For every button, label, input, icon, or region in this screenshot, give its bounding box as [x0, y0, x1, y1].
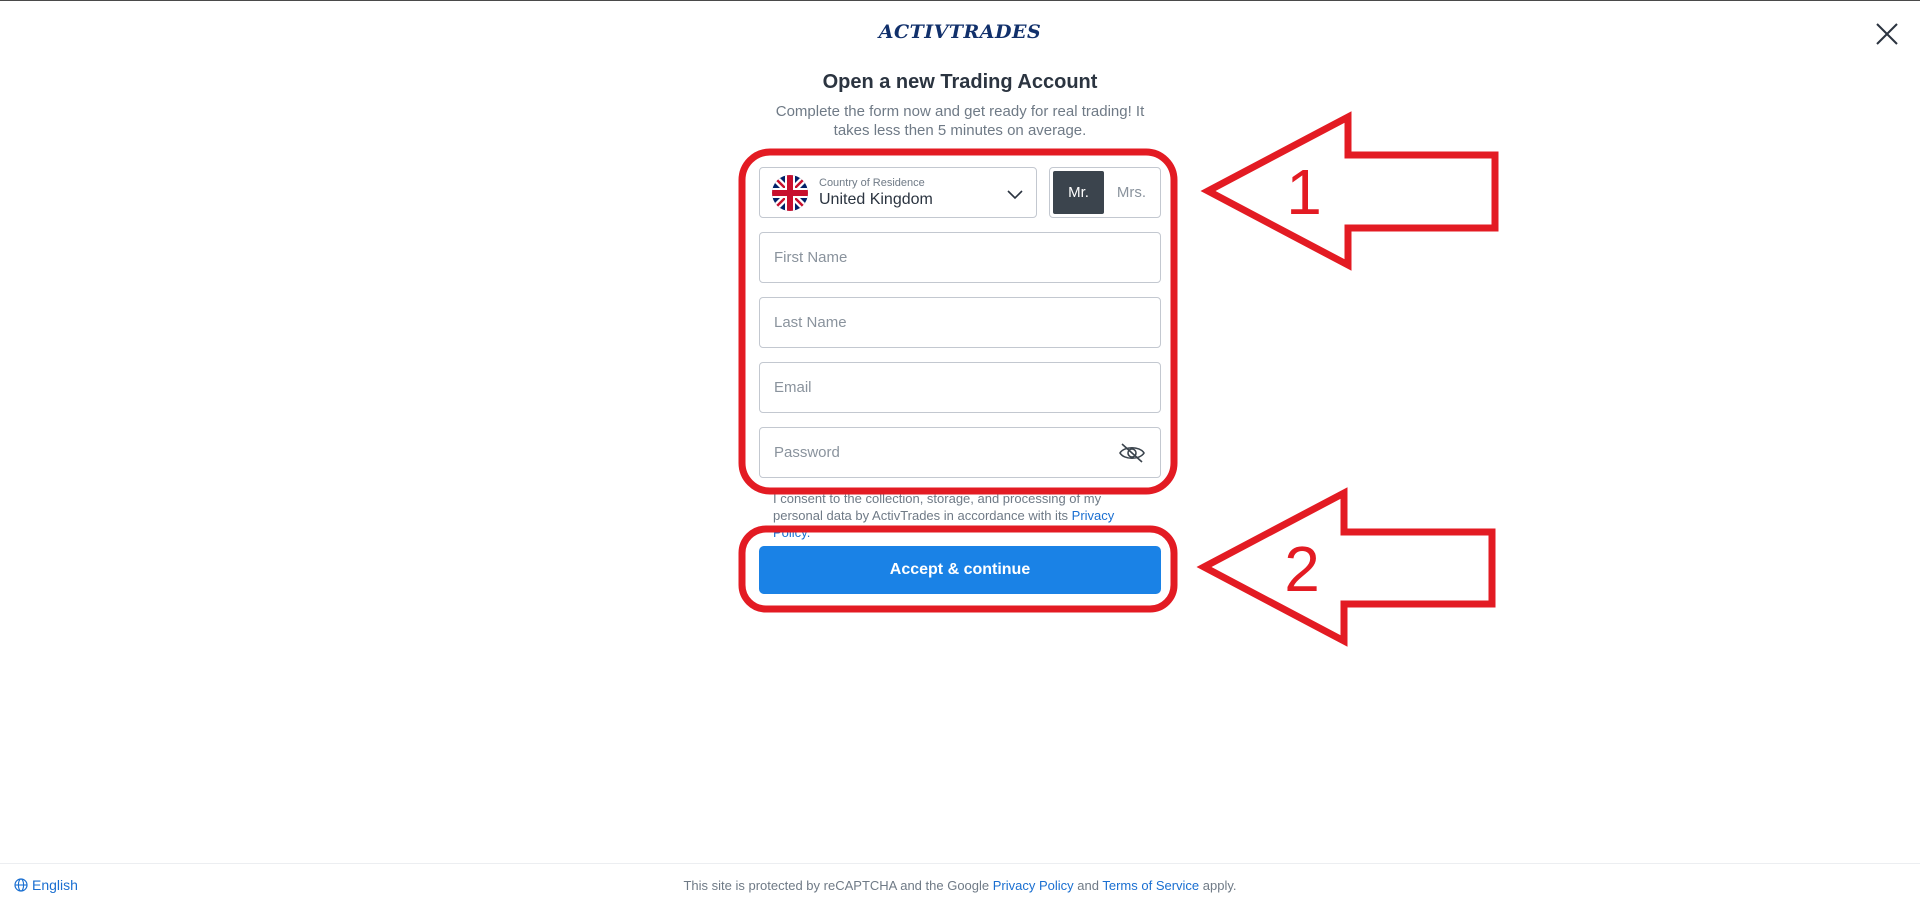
recaptcha-notice: This site is protected by reCAPTCHA and …: [0, 878, 1920, 893]
salutation-toggle: Mr. Mrs.: [1049, 167, 1161, 218]
salutation-mrs-option[interactable]: Mrs.: [1106, 171, 1157, 214]
last-name-field-wrapper: [759, 297, 1161, 348]
consent-text: I consent to the collection, storage, an…: [773, 490, 1153, 541]
google-privacy-policy-link[interactable]: Privacy Policy: [993, 878, 1074, 893]
page-title: Open a new Trading Account: [822, 71, 1098, 93]
annotation-label-1: 1: [1286, 156, 1322, 228]
signup-page: ACTIVTRADES Open a new Trading Account C…: [0, 0, 1920, 918]
password-field-wrapper: [759, 427, 1161, 478]
page-subtitle: Complete the form now and get ready for …: [775, 103, 1145, 139]
recaptcha-and: and: [1073, 878, 1103, 893]
show-password-toggle[interactable]: [1118, 441, 1146, 465]
email-input[interactable]: [760, 363, 1160, 412]
country-label: Country of Residence: [819, 176, 925, 189]
salutation-mr-option[interactable]: Mr.: [1053, 171, 1104, 214]
signup-form: Country of Residence United Kingdom Mr. …: [759, 167, 1161, 492]
country-value: United Kingdom: [819, 190, 933, 208]
first-name-field-wrapper: [759, 232, 1161, 283]
country-salutation-row: Country of Residence United Kingdom Mr. …: [759, 167, 1161, 218]
chevron-down-icon: [1007, 190, 1023, 200]
terms-of-service-link[interactable]: Terms of Service: [1102, 878, 1199, 893]
activtrades-logo: ACTIVTRADES: [878, 21, 1042, 43]
country-select[interactable]: Country of Residence United Kingdom: [759, 167, 1037, 218]
accept-continue-button[interactable]: Accept & continue: [759, 546, 1161, 594]
annotation-label-2: 2: [1284, 533, 1320, 605]
country-text: Country of Residence United Kingdom: [819, 176, 933, 210]
annotation-arrow-1: [1200, 111, 1499, 271]
uk-flag-icon: [772, 174, 808, 211]
first-name-input[interactable]: [760, 233, 1160, 282]
eye-slash-icon: [1119, 443, 1145, 463]
recaptcha-suffix: apply.: [1199, 878, 1237, 893]
last-name-input[interactable]: [760, 298, 1160, 347]
annotation-arrow-2: [1196, 487, 1496, 647]
email-field-wrapper: [759, 362, 1161, 413]
recaptcha-prefix: This site is protected by reCAPTCHA and …: [683, 878, 993, 893]
footer: English This site is protected by reCAPT…: [0, 863, 1920, 918]
consent-body: I consent to the collection, storage, an…: [773, 491, 1102, 523]
password-input[interactable]: [760, 428, 1160, 477]
